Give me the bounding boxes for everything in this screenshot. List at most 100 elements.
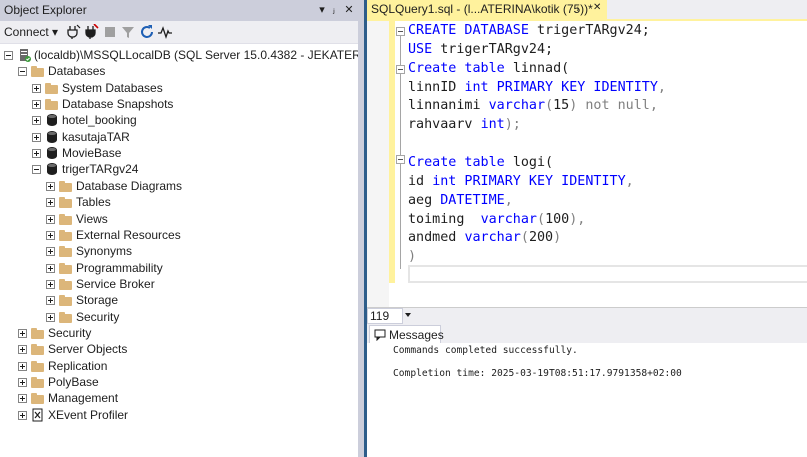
tab-close-icon[interactable]: ✕: [593, 2, 601, 13]
code-line: toiming varchar(100),: [408, 210, 585, 229]
tree-node[interactable]: Views: [0, 211, 358, 227]
code-token: andmed: [408, 230, 465, 245]
folder-icon: [31, 359, 45, 373]
expand-icon[interactable]: [18, 411, 27, 420]
query-editor[interactable]: CREATE DATABASE trigerTARgv24; USE triger…: [367, 21, 807, 307]
expand-icon[interactable]: [32, 133, 41, 142]
tree-node[interactable]: Database Diagrams: [0, 178, 358, 194]
expand-icon[interactable]: [46, 296, 55, 305]
code-token: aeg: [408, 193, 441, 208]
expand-icon[interactable]: [18, 378, 27, 387]
stop-icon[interactable]: [102, 24, 118, 40]
tree-node-label: Synonyms: [76, 244, 133, 258]
tree-node[interactable]: PolyBase: [0, 374, 358, 390]
expand-icon[interactable]: [32, 116, 41, 125]
tree-node[interactable]: kasutajaTAR: [0, 129, 358, 145]
tree-node[interactable]: trigerTARgv24: [0, 161, 358, 177]
expand-icon[interactable]: [18, 345, 27, 354]
expand-icon[interactable]: [46, 247, 55, 256]
expand-icon[interactable]: [18, 329, 27, 338]
tab-sqlquery1[interactable]: SQLQuery1.sql - (l...ATERINA\kotik (75))…: [367, 0, 607, 19]
code-line: ): [408, 247, 416, 266]
tree-node[interactable]: XEvent Profiler: [0, 407, 358, 423]
tree-node[interactable]: Server Objects: [0, 341, 358, 357]
activity-monitor-icon[interactable]: [157, 24, 173, 40]
expand-icon[interactable]: [46, 280, 55, 289]
fold-toggle-icon[interactable]: [396, 65, 405, 74]
disconnect-icon[interactable]: [83, 24, 99, 40]
zoom-dropdown[interactable]: 119 %: [367, 308, 403, 338]
expand-icon[interactable]: [46, 198, 55, 207]
code-token: 15: [553, 98, 570, 113]
fold-toggle-icon[interactable]: [396, 27, 405, 36]
code-keyword: CREATE DATABASE: [408, 23, 537, 38]
code-keyword: int: [480, 117, 505, 132]
connect-plug-icon[interactable]: [65, 24, 81, 40]
tab-messages[interactable]: Messages: [369, 325, 444, 344]
tree-node-label: Database Snapshots: [62, 97, 174, 111]
tab-pin-icon[interactable]: ⱼ: [577, 2, 579, 13]
expand-icon[interactable]: [46, 231, 55, 240]
collapse-icon[interactable]: [18, 67, 27, 76]
folder-icon: [31, 375, 45, 389]
tree-node-label: Storage: [76, 293, 119, 307]
expand-icon[interactable]: [32, 84, 41, 93]
tree-node[interactable]: Management: [0, 390, 358, 406]
collapse-icon[interactable]: [4, 51, 13, 60]
tree-node[interactable]: External Resources: [0, 227, 358, 243]
server-icon: [17, 48, 31, 62]
expand-icon[interactable]: [46, 313, 55, 322]
tree-node[interactable]: Programmability: [0, 260, 358, 276]
code-line: aeg DATETIME,: [408, 191, 513, 210]
code-keyword: Create table: [408, 155, 513, 170]
expand-icon[interactable]: [46, 215, 55, 224]
code-token: ,: [625, 174, 634, 189]
code-token: (: [545, 98, 554, 113]
collapse-icon[interactable]: [32, 165, 41, 174]
expand-icon[interactable]: [32, 100, 41, 109]
tree-node[interactable]: Synonyms: [0, 243, 358, 259]
tree-node-label: PolyBase: [48, 375, 99, 389]
object-explorer-panel: Object Explorer ▾ ⱼ ✕ Connect ▾ (localdb…: [0, 0, 409, 457]
tree-node[interactable]: Database Snapshots: [0, 96, 358, 112]
folder-icon: [31, 64, 45, 78]
tree-node-label: Views: [76, 212, 108, 226]
expand-icon[interactable]: [46, 264, 55, 273]
code-keyword: varchar: [464, 230, 521, 245]
tree-node[interactable]: MovieBase: [0, 145, 358, 161]
code-token: trigerTARgv24;: [537, 23, 650, 38]
pin-icon[interactable]: ⱼ: [326, 2, 342, 18]
tree-node-label: MovieBase: [62, 146, 122, 160]
tree-node-label: Security: [48, 326, 92, 340]
tree-node[interactable]: System Databases: [0, 80, 358, 96]
folder-icon: [45, 81, 59, 95]
tree-node[interactable]: Service Broker: [0, 276, 358, 292]
tree-node-label: Server Objects: [48, 342, 128, 356]
folder-icon: [59, 212, 73, 226]
tree-node[interactable]: (localdb)\MSSQLLocalDB (SQL Server 15.0.…: [0, 47, 409, 63]
expand-icon[interactable]: [18, 394, 27, 403]
tree-node-label: trigerTARgv24: [62, 162, 139, 176]
tree-node[interactable]: Security: [0, 325, 358, 341]
filter-icon[interactable]: [120, 24, 136, 40]
code-keyword: varchar: [488, 98, 546, 113]
expand-icon[interactable]: [32, 149, 41, 158]
refresh-icon[interactable]: [139, 24, 155, 40]
connect-button[interactable]: Connect ▾: [4, 25, 58, 39]
expand-icon[interactable]: [18, 362, 27, 371]
chevron-down-icon[interactable]: [405, 313, 411, 317]
messages-icon: [374, 329, 386, 341]
tab-title: SQLQuery1.sql - (l...ATERINA\kotik (75))…: [371, 2, 593, 16]
code-line: linnID int PRIMARY KEY IDENTITY,: [408, 78, 666, 97]
expand-icon[interactable]: [46, 182, 55, 191]
code-token: linnanimi: [408, 98, 489, 113]
tree-node[interactable]: Tables: [0, 194, 358, 210]
tree-node[interactable]: Replication: [0, 358, 358, 374]
fold-toggle-icon[interactable]: [396, 155, 405, 164]
tree-node[interactable]: Databases: [0, 63, 358, 79]
folder-icon: [31, 342, 45, 356]
tree-node[interactable]: hotel_booking: [0, 112, 358, 128]
close-icon[interactable]: ✕: [341, 2, 357, 18]
tree-node[interactable]: Security: [0, 309, 358, 325]
tree-node[interactable]: Storage: [0, 292, 358, 308]
